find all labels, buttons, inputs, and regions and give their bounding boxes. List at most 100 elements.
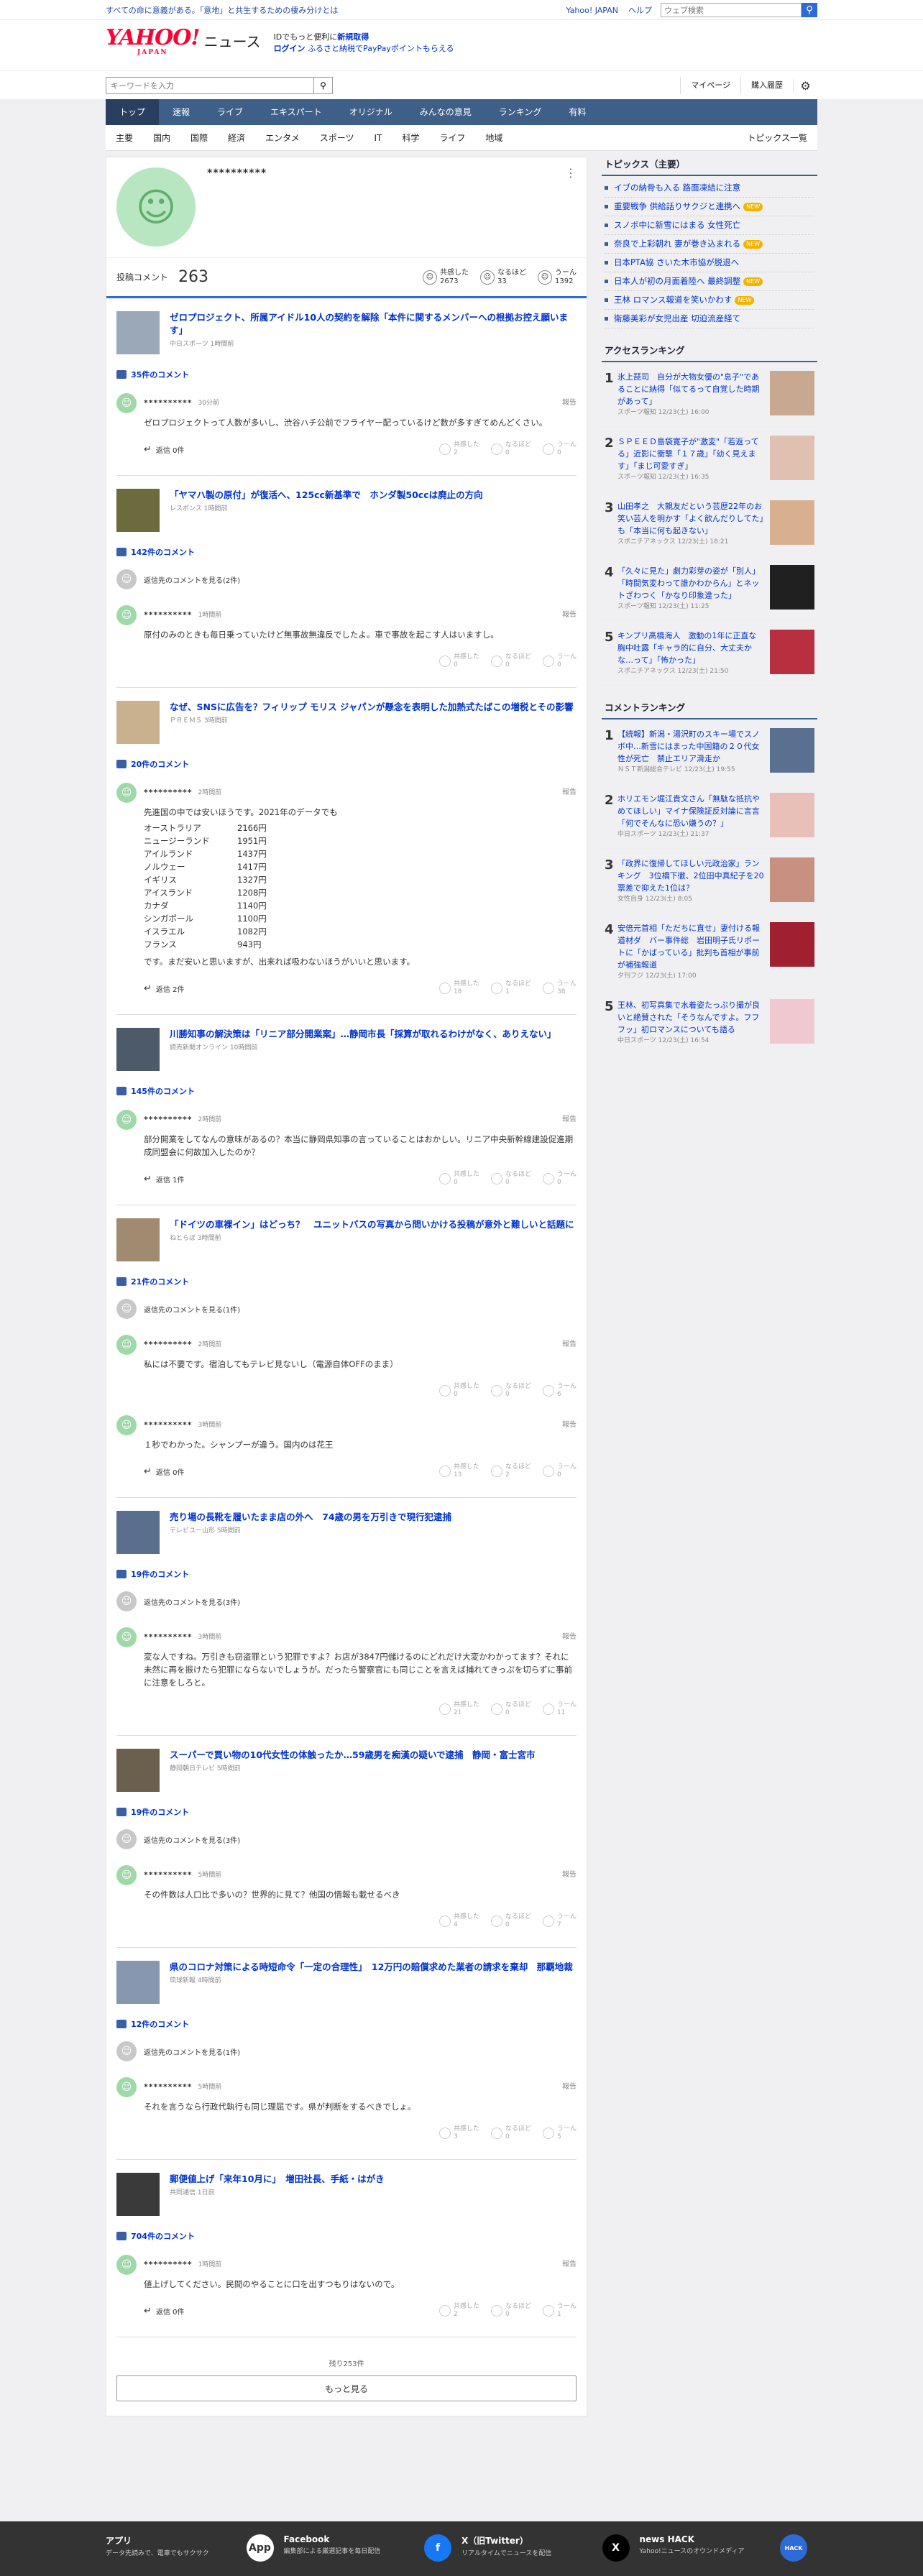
reaction-button[interactable]: なるほど 1 bbox=[490, 980, 531, 996]
report-link[interactable]: 報告 bbox=[562, 2077, 577, 2097]
nav-tab[interactable]: 有料 bbox=[555, 99, 600, 125]
reaction-button[interactable]: 共感した 0 bbox=[438, 1383, 479, 1399]
reaction-button[interactable]: 共感した 18 bbox=[438, 980, 479, 996]
reaction-button[interactable]: 共感した 13 bbox=[438, 1463, 479, 1479]
ranking-item[interactable]: 1 【続報】新潟・湯沢町のスキー場でスノボ中…新雪にはまった中国籍の２０代女性が死… bbox=[602, 719, 817, 784]
comment-user[interactable]: ********** bbox=[144, 393, 193, 413]
subscribe-button[interactable]: 購入履歴 bbox=[740, 77, 793, 94]
reply-target-link[interactable]: ☺ 返信先のコメントを見る(3件) bbox=[116, 1584, 577, 1619]
topic-item[interactable]: 衛藤美彩が女児出産 切迫流産経て bbox=[605, 310, 814, 328]
reaction-button[interactable]: うーん 0 bbox=[542, 1171, 577, 1187]
reaction-button[interactable]: うーん 6 bbox=[542, 1383, 577, 1399]
footer-item[interactable]: news HACK Yahoo!ニュースのオウンドメディア HACK bbox=[640, 2534, 818, 2562]
nav-tab[interactable]: トップ bbox=[106, 99, 160, 125]
reply-target-link[interactable]: ☺ 返信先のコメントを見る(1件) bbox=[116, 2034, 577, 2069]
nav-tab[interactable]: オリジナル bbox=[336, 99, 406, 125]
topic-item[interactable]: スノボ中に新雪にはまる 女性死亡 bbox=[605, 216, 814, 235]
ranking-item[interactable]: 1 氷上琵司 自分が大物女優の"息子"であることに納得「似てるって自覚した時期があ… bbox=[602, 362, 817, 427]
nav-tab[interactable]: エキスパート bbox=[257, 99, 336, 125]
comment-user[interactable]: ********** bbox=[144, 2077, 193, 2097]
article-header[interactable]: 売り場の長靴を履いたまま店の外へ 74歳の男を万引きで現行犯逮捕 テレビユー山形 … bbox=[116, 1498, 577, 1554]
reaction-button[interactable]: 共感した 2 bbox=[438, 2303, 479, 2319]
reaction-button[interactable]: なるほど 0 bbox=[490, 2125, 531, 2141]
reaction-button[interactable]: うーん 0 bbox=[542, 1463, 577, 1479]
web-search-input[interactable] bbox=[661, 3, 802, 17]
subnav-item[interactable]: 国内 bbox=[143, 132, 180, 144]
reply-button[interactable]: ↵ 返信 1件 bbox=[144, 1174, 428, 1184]
report-link[interactable]: 報告 bbox=[562, 1110, 577, 1130]
report-link[interactable]: 報告 bbox=[562, 1627, 577, 1647]
service-name[interactable]: ニュース bbox=[204, 30, 261, 51]
ranking-title[interactable]: 王林、初写真集で水着姿たっぷり撮が良いと絶賛された「そうなんですよ。フフフッ」初… bbox=[617, 1000, 760, 1034]
ranking-thumbnail[interactable] bbox=[770, 500, 814, 545]
ranking-title[interactable]: 「政界に復帰してほしい元政治家」ランキング 3位橋下徹、2位田中真紀子を20票差… bbox=[617, 859, 764, 893]
comment-count-link[interactable]: 704件のコメント bbox=[116, 2230, 577, 2242]
comment-count-link[interactable]: 142件のコメント bbox=[116, 546, 577, 558]
reaction-button[interactable]: 共感した 0 bbox=[438, 653, 479, 669]
comment-user[interactable]: ********** bbox=[144, 1865, 193, 1885]
article-thumbnail[interactable] bbox=[116, 1028, 160, 1071]
ranking-item[interactable]: 3 「政界に復帰してほしい元政治家」ランキング 3位橋下徹、2位田中真紀子を20票… bbox=[602, 849, 817, 914]
ranking-thumbnail[interactable] bbox=[770, 565, 814, 610]
reaction-button[interactable]: なるほど 0 bbox=[490, 1913, 531, 1929]
top-message-link[interactable]: すべての命に意義がある。「意地」と共生するための棲み分けとは bbox=[106, 4, 556, 16]
furusato-link[interactable]: ふるさと納税でPayPayポイントもらえる bbox=[308, 44, 454, 53]
comment-user[interactable]: ********** bbox=[144, 605, 193, 625]
article-thumbnail[interactable] bbox=[116, 1511, 160, 1554]
comment-user[interactable]: ********** bbox=[144, 2255, 193, 2275]
topic-item[interactable]: イブの納骨も入る 路面凍結に注意 bbox=[605, 179, 814, 198]
comment-count-link[interactable]: 12件のコメント bbox=[116, 2018, 577, 2030]
article-header[interactable]: 「ヤマハ製の原付」が復活へ、125cc新基準で ホンダ製50ccは廃止の方向 レス… bbox=[116, 476, 577, 532]
reaction-button[interactable]: 共感した 21 bbox=[438, 1701, 479, 1717]
topic-item[interactable]: 王林 ロマンス報道を笑いかわす NEW bbox=[605, 291, 814, 310]
reaction-button[interactable]: うーん 11 bbox=[542, 1701, 577, 1717]
article-thumbnail[interactable] bbox=[116, 1218, 160, 1261]
help-link[interactable]: ヘルプ bbox=[628, 4, 652, 16]
subnav-item[interactable]: エンタメ bbox=[255, 132, 310, 144]
reaction-button[interactable]: なるほど 0 bbox=[490, 1171, 531, 1187]
comment-count-link[interactable]: 19件のコメント bbox=[116, 1568, 577, 1580]
subnav-item[interactable]: 科学 bbox=[392, 132, 429, 144]
reaction-button[interactable]: なるほど 0 bbox=[490, 441, 531, 457]
report-link[interactable]: 報告 bbox=[562, 605, 577, 625]
ranking-item[interactable]: 4 安倍元首相「ただちに直せ」妻付ける報道材ダ バー事件総 岩田明子氏リポートに「… bbox=[602, 914, 817, 990]
keyword-input[interactable] bbox=[106, 77, 314, 94]
nav-tab[interactable]: ランキング bbox=[485, 99, 556, 125]
yahoo-logo[interactable]: YAHOO! JAPAN bbox=[106, 27, 201, 57]
reaction-button[interactable]: なるほど 0 bbox=[490, 2303, 531, 2319]
ranking-item[interactable]: 3 山田孝之 大親友だという芸歴22年のお笑い芸人を明かす「よく飲んだりしてた」も… bbox=[602, 492, 817, 556]
reaction-button[interactable]: うーん 0 bbox=[542, 653, 577, 669]
ranking-title[interactable]: 安倍元首相「ただちに直せ」妻付ける報道材ダ バー事件総 岩田明子氏リポートに「か… bbox=[617, 924, 760, 970]
report-link[interactable]: 報告 bbox=[562, 1865, 577, 1885]
comment-user[interactable]: ********** bbox=[144, 1627, 193, 1647]
nav-tab[interactable]: みんなの意見 bbox=[406, 99, 485, 125]
gear-icon[interactable]: ⚙ bbox=[793, 78, 817, 93]
article-header[interactable]: 川勝知事の解決策は「リニア部分開業案」…静岡市長「採算が取れるわけがなく、ありえ… bbox=[116, 1015, 577, 1071]
ranking-thumbnail[interactable] bbox=[770, 793, 814, 837]
ranking-title[interactable]: ＳＰＥＥＤ島袋寛子が"激変"「若返ってる」近影に衝撃「１７歳」「幼く見えます」「… bbox=[617, 437, 759, 471]
subnav-item[interactable]: スポーツ bbox=[310, 132, 364, 144]
ranking-title[interactable]: 「久々に見た」劇力彩芽の姿が「別人」「時間気変わって誰かわからん」とネットざわつ… bbox=[617, 566, 760, 600]
subnav-item[interactable]: 主要 bbox=[106, 132, 143, 144]
subnav-item[interactable]: ライフ bbox=[429, 132, 475, 144]
article-title[interactable]: 川勝知事の解決策は「リニア部分開業案」…静岡市長「採算が取れるわけがなく、ありえ… bbox=[170, 1028, 556, 1041]
ranking-thumbnail[interactable] bbox=[770, 630, 814, 674]
web-search-button[interactable]: ⚲ bbox=[802, 3, 817, 17]
article-header[interactable]: ゼロプロジェクト、所属アイドル10人の契約を解除「本件に関するメンバーへの根拠お… bbox=[116, 298, 577, 354]
ranking-item[interactable]: 4 「久々に見た」劇力彩芽の姿が「別人」「時間気変わって誰かわからん」とネットざわ… bbox=[602, 556, 817, 621]
comment-count-link[interactable]: 20件のコメント bbox=[116, 758, 577, 770]
subnav-item[interactable]: IT bbox=[364, 133, 392, 143]
article-title[interactable]: 「ヤマハ製の原付」が復活へ、125cc新基準で ホンダ製50ccは廃止の方向 bbox=[170, 489, 483, 502]
topics-list-link[interactable]: トピックス一覧 bbox=[737, 132, 817, 144]
reaction-button[interactable]: なるほど 0 bbox=[490, 1701, 531, 1717]
article-title[interactable]: 「ドイツの車裸イン」はどっち？ ユニットバスの写真から問いかける投稿が意外と難し… bbox=[170, 1218, 574, 1231]
report-link[interactable]: 報告 bbox=[562, 1415, 577, 1435]
article-thumbnail[interactable] bbox=[116, 311, 160, 354]
comment-user[interactable]: ********** bbox=[144, 1415, 193, 1435]
ranking-thumbnail[interactable] bbox=[770, 728, 814, 773]
report-link[interactable]: 報告 bbox=[562, 783, 577, 803]
reaction-button[interactable]: うーん 38 bbox=[542, 980, 577, 996]
article-header[interactable]: 「ドイツの車裸イン」はどっち？ ユニットバスの写真から問いかける投稿が意外と難し… bbox=[116, 1205, 577, 1261]
ranking-item[interactable]: 5 王林、初写真集で水着姿たっぷり撮が良いと絶賛された「そうなんですよ。フフフッ」… bbox=[602, 990, 817, 1055]
topic-item[interactable]: 奈良で上彩朝れ 妻が巻き込まれる NEW bbox=[605, 235, 814, 254]
